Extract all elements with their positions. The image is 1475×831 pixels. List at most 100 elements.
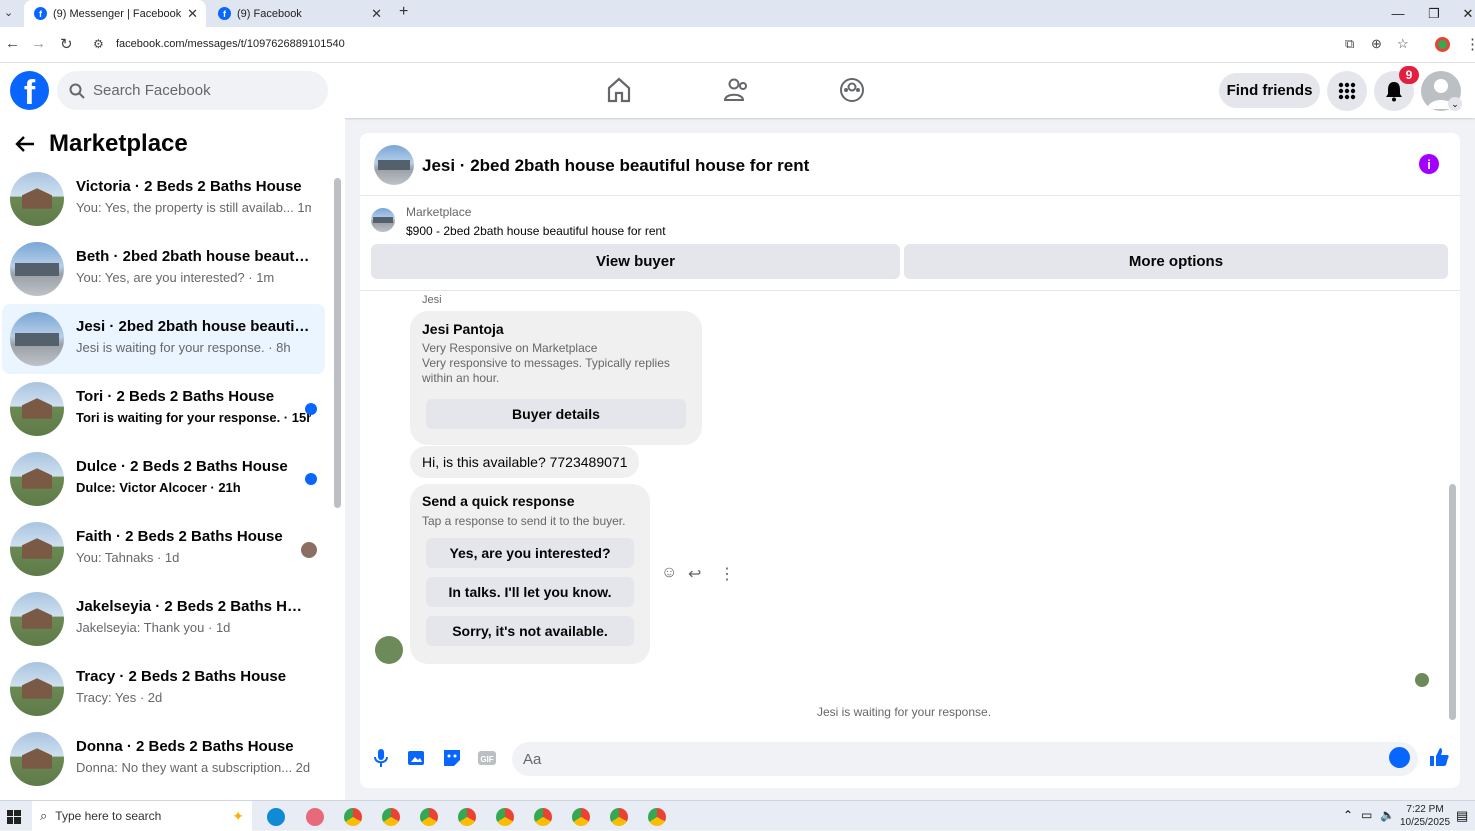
close-tab-icon[interactable]: ✕ <box>187 6 198 22</box>
network-icon[interactable]: ▭ <box>1361 808 1372 822</box>
conversation-name: Tori · 2 Beds 2 Baths House <box>76 388 275 405</box>
url-field[interactable]: facebook.com/messages/t/1097626889101540 <box>116 38 345 50</box>
chrome-icon[interactable] <box>458 808 476 826</box>
home-icon[interactable] <box>606 76 632 104</box>
gif-icon[interactable]: GIF <box>477 748 497 768</box>
listing-thumbnail[interactable] <box>374 145 414 185</box>
windows-taskbar: ⌕ Type here to search ✦ ⌃ ▭ 🔈 7:22 PM 10… <box>0 800 1475 831</box>
browser-menu-icon[interactable]: ⋮ <box>1465 35 1475 53</box>
quick-response-option[interactable]: Sorry, it's not available. <box>426 616 634 646</box>
react-smiley-icon[interactable]: ☺ <box>661 564 677 582</box>
buyer-details-button[interactable]: Buyer details <box>426 399 686 429</box>
notification-badge: 9 <box>1399 66 1419 84</box>
new-tab-icon[interactable]: + <box>399 3 408 21</box>
thumbs-up-icon[interactable] <box>1428 746 1450 768</box>
search-input[interactable]: Search Facebook <box>57 71 328 110</box>
listing-small-thumbnail <box>371 208 395 232</box>
marketplace-label: Marketplace <box>406 205 472 219</box>
conversation-name: Dulce · 2 Beds 2 Baths House <box>76 458 288 475</box>
chat-panel: Jesi · 2bed 2bath house beautiful house … <box>360 133 1460 788</box>
reply-icon[interactable]: ↩ <box>688 564 701 584</box>
bookmark-star-icon[interactable]: ☆ <box>1397 36 1409 52</box>
conversation-item[interactable]: Victoria · 2 Beds 2 Baths House You: Yes… <box>2 164 325 234</box>
clock-time: 7:22 PM <box>1406 804 1444 815</box>
friends-icon[interactable] <box>722 76 750 104</box>
view-buyer-button[interactable]: View buyer <box>371 244 900 279</box>
emoji-icon[interactable] <box>1389 747 1410 768</box>
quick-response-option[interactable]: In talks. I'll let you know. <box>426 577 634 607</box>
chrome-icon[interactable] <box>344 808 362 826</box>
edge-icon[interactable] <box>267 808 285 826</box>
conversation-item-selected[interactable]: Jesi · 2bed 2bath house beautiful... Jes… <box>2 304 325 374</box>
conversation-item[interactable]: Dulce · 2 Beds 2 Baths House Dulce: Vict… <box>2 444 325 514</box>
restore-icon[interactable]: ❐ <box>1416 0 1452 27</box>
conversation-preview: Jakelseyia: Thank you · 1d <box>76 620 231 635</box>
tab-facebook[interactable]: f (9) Facebook ✕ <box>208 0 390 27</box>
tab-messenger[interactable]: f (9) Messenger | Facebook ✕ <box>24 0 206 27</box>
facebook-favicon-icon: f <box>218 7 231 20</box>
message-input[interactable]: Aa <box>512 742 1418 776</box>
menu-button[interactable] <box>1327 71 1367 111</box>
sidebar-title: Marketplace <box>49 130 188 157</box>
close-tab-icon[interactable]: ✕ <box>371 6 382 22</box>
site-info-icon[interactable]: ⚙ <box>93 37 104 51</box>
back-icon[interactable]: ← <box>5 35 20 52</box>
chrome-icon[interactable] <box>496 808 514 826</box>
conversation-item[interactable]: Tracy · 2 Beds 2 Baths House Tracy: Yes … <box>2 654 325 724</box>
windows-start-icon[interactable] <box>7 810 21 824</box>
find-friends-button[interactable]: Find friends <box>1219 73 1320 108</box>
notification-center-icon[interactable]: ▤ <box>1456 808 1468 824</box>
chrome-icon[interactable] <box>610 808 628 826</box>
close-window-icon[interactable]: ✕ <box>1450 0 1475 27</box>
taskbar-clock[interactable]: 7:22 PM 10/25/2025 <box>1400 803 1450 829</box>
install-app-icon[interactable]: ⧉ <box>1345 36 1354 52</box>
chrome-icon[interactable] <box>648 808 666 826</box>
extension-icon[interactable] <box>1435 37 1450 52</box>
listing-thumbnail <box>10 662 64 716</box>
chrome-icon[interactable] <box>534 808 552 826</box>
facebook-favicon-icon: f <box>34 7 47 20</box>
reload-icon[interactable]: ↻ <box>60 35 73 53</box>
taskbar-search-placeholder: Type here to search <box>55 809 162 823</box>
browser-tab-strip: ⌄ f (9) Messenger | Facebook ✕ f (9) Fac… <box>0 0 1475 27</box>
quick-response-option[interactable]: Yes, are you interested? <box>426 538 634 568</box>
chat-scrollbar[interactable] <box>1449 484 1456 720</box>
more-actions-icon[interactable]: ⋮ <box>719 564 735 584</box>
chrome-icon[interactable] <box>572 808 590 826</box>
info-icon[interactable]: i <box>1419 154 1439 174</box>
chat-title[interactable]: Jesi · 2bed 2bath house beautiful house … <box>422 156 809 176</box>
forward-icon[interactable]: → <box>31 35 46 52</box>
tab-list-chevron-icon[interactable]: ⌄ <box>4 6 13 19</box>
conversation-preview: You: Tahnaks · 1d <box>76 550 180 565</box>
back-arrow-icon[interactable] <box>14 134 36 154</box>
conversation-preview: Tori is waiting for your response. · 15h <box>76 410 311 425</box>
chrome-icon[interactable] <box>420 808 438 826</box>
listing-price-title[interactable]: $900 - 2bed 2bath house beautiful house … <box>406 224 666 238</box>
listing-thumbnail <box>10 592 64 646</box>
sticker-icon[interactable] <box>442 748 462 768</box>
more-options-button[interactable]: More options <box>904 244 1448 279</box>
facebook-logo[interactable]: f <box>10 71 49 110</box>
buyer-name: Jesi Pantoja <box>422 321 504 337</box>
sidebar-scrollbar[interactable] <box>334 178 341 508</box>
minimize-icon[interactable]: — <box>1380 0 1416 27</box>
chrome-icon[interactable] <box>382 808 400 826</box>
groups-icon[interactable] <box>838 76 866 104</box>
conversation-item[interactable]: Jakelseyia · 2 Beds 2 Baths House Jakels… <box>2 584 325 654</box>
account-chevron-icon[interactable]: ⌄ <box>1448 97 1462 111</box>
microphone-icon[interactable] <box>373 748 389 768</box>
tray-chevron-icon[interactable]: ⌃ <box>1343 808 1353 822</box>
conversation-item[interactable]: Faith · 2 Beds 2 Baths House You: Tahnak… <box>2 514 325 584</box>
volume-icon[interactable]: 🔈 <box>1380 808 1395 822</box>
conversation-item[interactable]: Donna · 2 Beds 2 Baths House Donna: No t… <box>2 724 325 794</box>
conversation-item[interactable]: Tori · 2 Beds 2 Baths House Tori is wait… <box>2 374 325 444</box>
search-icon <box>69 83 85 99</box>
listing-thumbnail <box>10 312 64 366</box>
photo-icon[interactable] <box>407 748 427 768</box>
conversation-item[interactable]: Beth · 2bed 2bath house beautif... You: … <box>2 234 325 304</box>
incoming-message[interactable]: Hi, is this available? 7723489071 <box>410 446 640 478</box>
sender-avatar[interactable] <box>375 636 403 664</box>
snipping-tool-icon[interactable] <box>306 808 324 826</box>
zoom-icon[interactable]: ⊕ <box>1371 36 1382 52</box>
taskbar-search-input[interactable]: ⌕ Type here to search ✦ <box>32 801 252 831</box>
